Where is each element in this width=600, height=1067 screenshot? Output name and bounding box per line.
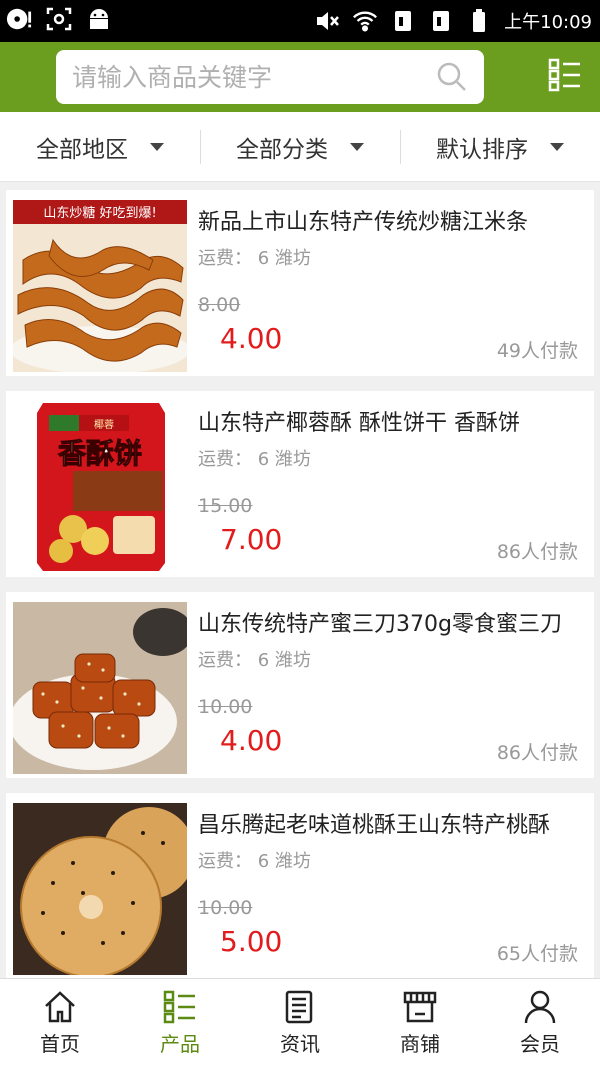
nav-news[interactable]: 资讯 bbox=[240, 979, 360, 1067]
image-caption: 山东炒糖 好吃到爆! bbox=[43, 205, 156, 221]
shipping-value: 6 bbox=[257, 650, 270, 671]
shipping-label: 运费： bbox=[198, 248, 252, 269]
original-price: 15.00 bbox=[198, 495, 253, 517]
shipping-info: 运费： 6 潍坊 bbox=[198, 646, 311, 672]
shipping-city: 潍坊 bbox=[274, 851, 311, 872]
shipping-city: 潍坊 bbox=[274, 650, 311, 671]
home-icon bbox=[45, 990, 75, 1022]
shipping-city: 潍坊 bbox=[274, 248, 311, 269]
image-caption: 香酥饼 bbox=[58, 437, 142, 470]
filter-region[interactable]: 全部地区 bbox=[0, 112, 200, 181]
original-price: 8.00 bbox=[198, 294, 241, 316]
original-price: 10.00 bbox=[198, 897, 253, 919]
bottom-nav: 首页 产品 资讯 商铺 会员 bbox=[0, 978, 600, 1067]
status-left-icons bbox=[6, 6, 112, 32]
shipping-label: 运费： bbox=[198, 650, 252, 671]
filter-label: 全部分类 bbox=[236, 136, 328, 163]
caret-down-icon bbox=[350, 142, 364, 151]
nav-label: 会员 bbox=[520, 1031, 560, 1056]
status-right-icons: 上午10:09 bbox=[314, 8, 592, 34]
product-title[interactable]: 昌乐腾起老味道桃酥王山东特产桃酥 bbox=[198, 807, 578, 839]
filter-label: 全部地区 bbox=[36, 136, 128, 163]
product-card[interactable]: 山东传统特产蜜三刀370g零食蜜三刀 运费： 6 潍坊 10.00 4.00 8… bbox=[6, 592, 594, 778]
member-icon bbox=[524, 990, 556, 1023]
product-image[interactable]: 椰蓉 香酥饼 bbox=[13, 401, 187, 573]
product-image[interactable] bbox=[13, 602, 187, 774]
product-title[interactable]: 新品上市山东特产传统炒糖江米条 bbox=[198, 204, 578, 236]
nav-home[interactable]: 首页 bbox=[0, 979, 120, 1067]
paid-count: 65人付款 bbox=[496, 943, 578, 965]
shipping-info: 运费： 6 潍坊 bbox=[198, 445, 311, 471]
nav-label: 商铺 bbox=[400, 1031, 440, 1056]
paid-count: 86人付款 bbox=[496, 541, 578, 563]
store-icon bbox=[403, 991, 437, 1022]
sale-price: 4.00 bbox=[220, 724, 283, 757]
filter-category[interactable]: 全部分类 bbox=[200, 112, 400, 181]
product-title[interactable]: 山东特产椰蓉酥 酥性饼干 香酥饼 bbox=[198, 405, 578, 437]
original-price: 10.00 bbox=[198, 696, 253, 718]
shipping-info: 运费： 6 潍坊 bbox=[198, 847, 311, 873]
nav-label: 资讯 bbox=[280, 1031, 320, 1056]
product-list[interactable]: 山东炒糖 好吃到爆! 新品上市山东特产传统炒糖江米条 运费： 6 潍坊 8.00… bbox=[0, 182, 600, 978]
android-icon bbox=[86, 6, 112, 32]
cd-icon bbox=[6, 6, 32, 32]
filter-sort[interactable]: 默认排序 bbox=[400, 112, 600, 181]
shipping-label: 运费： bbox=[198, 449, 252, 470]
list-view-icon[interactable] bbox=[548, 58, 582, 92]
search-box[interactable] bbox=[56, 50, 484, 104]
filter-label: 默认排序 bbox=[436, 136, 528, 163]
news-icon bbox=[285, 990, 313, 1023]
nav-label: 产品 bbox=[160, 1031, 200, 1056]
shipping-city: 潍坊 bbox=[274, 449, 311, 470]
product-title[interactable]: 山东传统特产蜜三刀370g零食蜜三刀 bbox=[198, 606, 578, 638]
shipping-label: 运费： bbox=[198, 851, 252, 872]
header bbox=[0, 42, 600, 112]
svg-text:椰蓉: 椰蓉 bbox=[94, 418, 114, 431]
nav-label: 首页 bbox=[40, 1031, 80, 1056]
shipping-value: 6 bbox=[257, 248, 270, 269]
product-card[interactable]: 山东炒糖 好吃到爆! 新品上市山东特产传统炒糖江米条 运费： 6 潍坊 8.00… bbox=[6, 190, 594, 376]
paid-count: 86人付款 bbox=[496, 742, 578, 764]
shipping-value: 6 bbox=[257, 851, 270, 872]
product-image[interactable] bbox=[13, 803, 187, 975]
wifi-icon bbox=[352, 8, 378, 34]
status-time: 上午10:09 bbox=[504, 12, 592, 33]
product-card[interactable]: 昌乐腾起老味道桃酥王山东特产桃酥 运费： 6 潍坊 10.00 5.00 65人… bbox=[6, 793, 594, 978]
filter-bar: 全部地区 全部分类 默认排序 bbox=[0, 112, 600, 182]
shipping-value: 6 bbox=[257, 449, 270, 470]
sim1-icon bbox=[390, 8, 416, 34]
sale-price: 4.00 bbox=[220, 322, 283, 355]
nav-store[interactable]: 商铺 bbox=[360, 979, 480, 1067]
caret-down-icon bbox=[550, 142, 564, 151]
search-icon[interactable] bbox=[436, 61, 468, 93]
sale-price: 7.00 bbox=[220, 523, 283, 556]
sim2-icon bbox=[428, 8, 454, 34]
shipping-info: 运费： 6 潍坊 bbox=[198, 244, 311, 270]
products-grid-icon bbox=[163, 990, 195, 1023]
sale-price: 5.00 bbox=[220, 925, 283, 958]
mute-icon bbox=[314, 8, 340, 34]
paid-count: 49人付款 bbox=[496, 340, 578, 362]
search-input[interactable] bbox=[72, 50, 412, 104]
product-image[interactable]: 山东炒糖 好吃到爆! bbox=[13, 200, 187, 372]
caret-down-icon bbox=[150, 142, 164, 151]
screenshot-icon bbox=[46, 6, 72, 32]
nav-member[interactable]: 会员 bbox=[480, 979, 600, 1067]
battery-icon bbox=[466, 8, 492, 34]
nav-products[interactable]: 产品 bbox=[120, 979, 240, 1067]
status-bar: 上午10:09 bbox=[0, 0, 600, 42]
product-card[interactable]: 椰蓉 香酥饼 山东特产椰蓉酥 酥性饼干 香酥饼 运费： 6 潍坊 15.00 7… bbox=[6, 391, 594, 577]
